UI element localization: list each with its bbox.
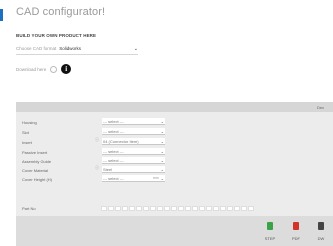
param-label: Housing xyxy=(22,120,37,125)
param-label: Cover Height (H) xyxy=(22,177,53,182)
part-number-box xyxy=(227,206,233,211)
part-number-box xyxy=(241,206,247,211)
param-label: Insert xyxy=(22,140,33,145)
part-number-box xyxy=(199,206,205,211)
part-number-box xyxy=(185,206,191,211)
cad-format-select[interactable]: Choose CAD format Solidworks ⌄ xyxy=(16,43,138,55)
chevron-down-icon: ⌄ xyxy=(160,148,164,154)
part-number-box xyxy=(101,206,107,211)
config-panel: Dec Housing --- select --- ⌄ Slot --- se… xyxy=(16,102,333,246)
download-label: Download here xyxy=(16,66,47,72)
download-band: STEP PDF DW xyxy=(16,216,333,246)
part-number-box xyxy=(115,206,121,211)
param-select[interactable]: --- select --- ⌄ xyxy=(102,128,165,135)
section-heading: BUILD YOUR OWN PRODUCT HERE xyxy=(16,33,97,38)
param-select[interactable]: --- select --- ⌄ xyxy=(102,157,165,164)
info-small-icon[interactable]: ⓘ xyxy=(95,165,99,171)
part-number-boxes xyxy=(101,206,255,211)
param-select[interactable]: --- select --- mm ⌄ xyxy=(102,175,165,182)
dwg-download-label: DW xyxy=(317,236,325,241)
download-row: Download here i xyxy=(16,64,72,74)
panel-header: Dec xyxy=(16,102,333,112)
param-label: Assembly Guide xyxy=(22,159,52,164)
param-select-value: --- select --- xyxy=(103,175,124,181)
part-number-box xyxy=(164,206,170,211)
part-number-box xyxy=(178,206,184,211)
param-label: Slot xyxy=(22,130,29,135)
dwg-file-icon xyxy=(318,222,324,230)
param-select-value: --- select --- xyxy=(103,157,124,163)
part-number-box xyxy=(136,206,142,211)
part-number-box xyxy=(248,206,254,211)
chevron-down-icon: ⌄ xyxy=(160,138,164,144)
param-label: Cover Material xyxy=(22,168,49,173)
step-download-button[interactable]: STEP xyxy=(261,222,279,241)
param-select-value: --- select --- xyxy=(103,118,124,124)
part-number-box xyxy=(122,206,128,211)
step-file-icon xyxy=(267,222,273,230)
param-select-value: --- select --- xyxy=(103,148,124,154)
part-number-box xyxy=(129,206,135,211)
dwg-download-button[interactable]: DW xyxy=(312,222,330,241)
part-number-box xyxy=(206,206,212,211)
param-select-value: Steel xyxy=(103,166,113,172)
part-number-box xyxy=(171,206,177,211)
pdf-download-button[interactable]: PDF xyxy=(287,222,305,241)
part-number-box xyxy=(157,206,163,211)
download-circle-icon[interactable] xyxy=(50,65,58,73)
info-icon[interactable]: i xyxy=(61,64,72,74)
part-number-box xyxy=(234,206,240,211)
chevron-down-icon: ⌄ xyxy=(133,45,138,52)
step-download-label: STEP xyxy=(264,236,276,241)
param-select[interactable]: 04 (Connector Item) ⌄ xyxy=(102,138,165,145)
param-select[interactable]: --- select --- ⌄ xyxy=(102,118,165,125)
part-number-box xyxy=(108,206,114,211)
pdf-file-icon xyxy=(293,222,299,230)
part-number-box xyxy=(220,206,226,211)
pdf-download-label: PDF xyxy=(292,236,300,241)
unit-label: mm xyxy=(152,176,159,180)
chevron-down-icon: ⌄ xyxy=(160,128,164,134)
chevron-down-icon: ⌄ xyxy=(160,166,164,172)
param-label: Passive Insert xyxy=(22,150,48,155)
part-number-label: Part No xyxy=(22,206,36,211)
accent-bar xyxy=(0,9,3,21)
page-title: CAD configurator! xyxy=(16,6,106,18)
param-select-value: 04 (Connector Item) xyxy=(103,138,139,144)
cad-format-value: Solidworks xyxy=(59,46,82,51)
part-number-box xyxy=(143,206,149,211)
param-select[interactable]: --- select --- ⌄ xyxy=(102,148,165,155)
chevron-down-icon: ⌄ xyxy=(160,157,164,163)
param-select[interactable]: Steel ⌄ xyxy=(102,166,165,173)
cad-format-label: Choose CAD format xyxy=(16,46,57,51)
part-number-box xyxy=(192,206,198,211)
info-small-icon[interactable]: ⓘ xyxy=(95,137,99,143)
header-tab[interactable]: Dec xyxy=(317,105,324,110)
chevron-down-icon: ⌄ xyxy=(160,118,164,124)
part-number-box xyxy=(150,206,156,211)
param-select-value: --- select --- xyxy=(103,128,124,134)
part-number-box xyxy=(213,206,219,211)
chevron-down-icon: ⌄ xyxy=(160,175,164,181)
